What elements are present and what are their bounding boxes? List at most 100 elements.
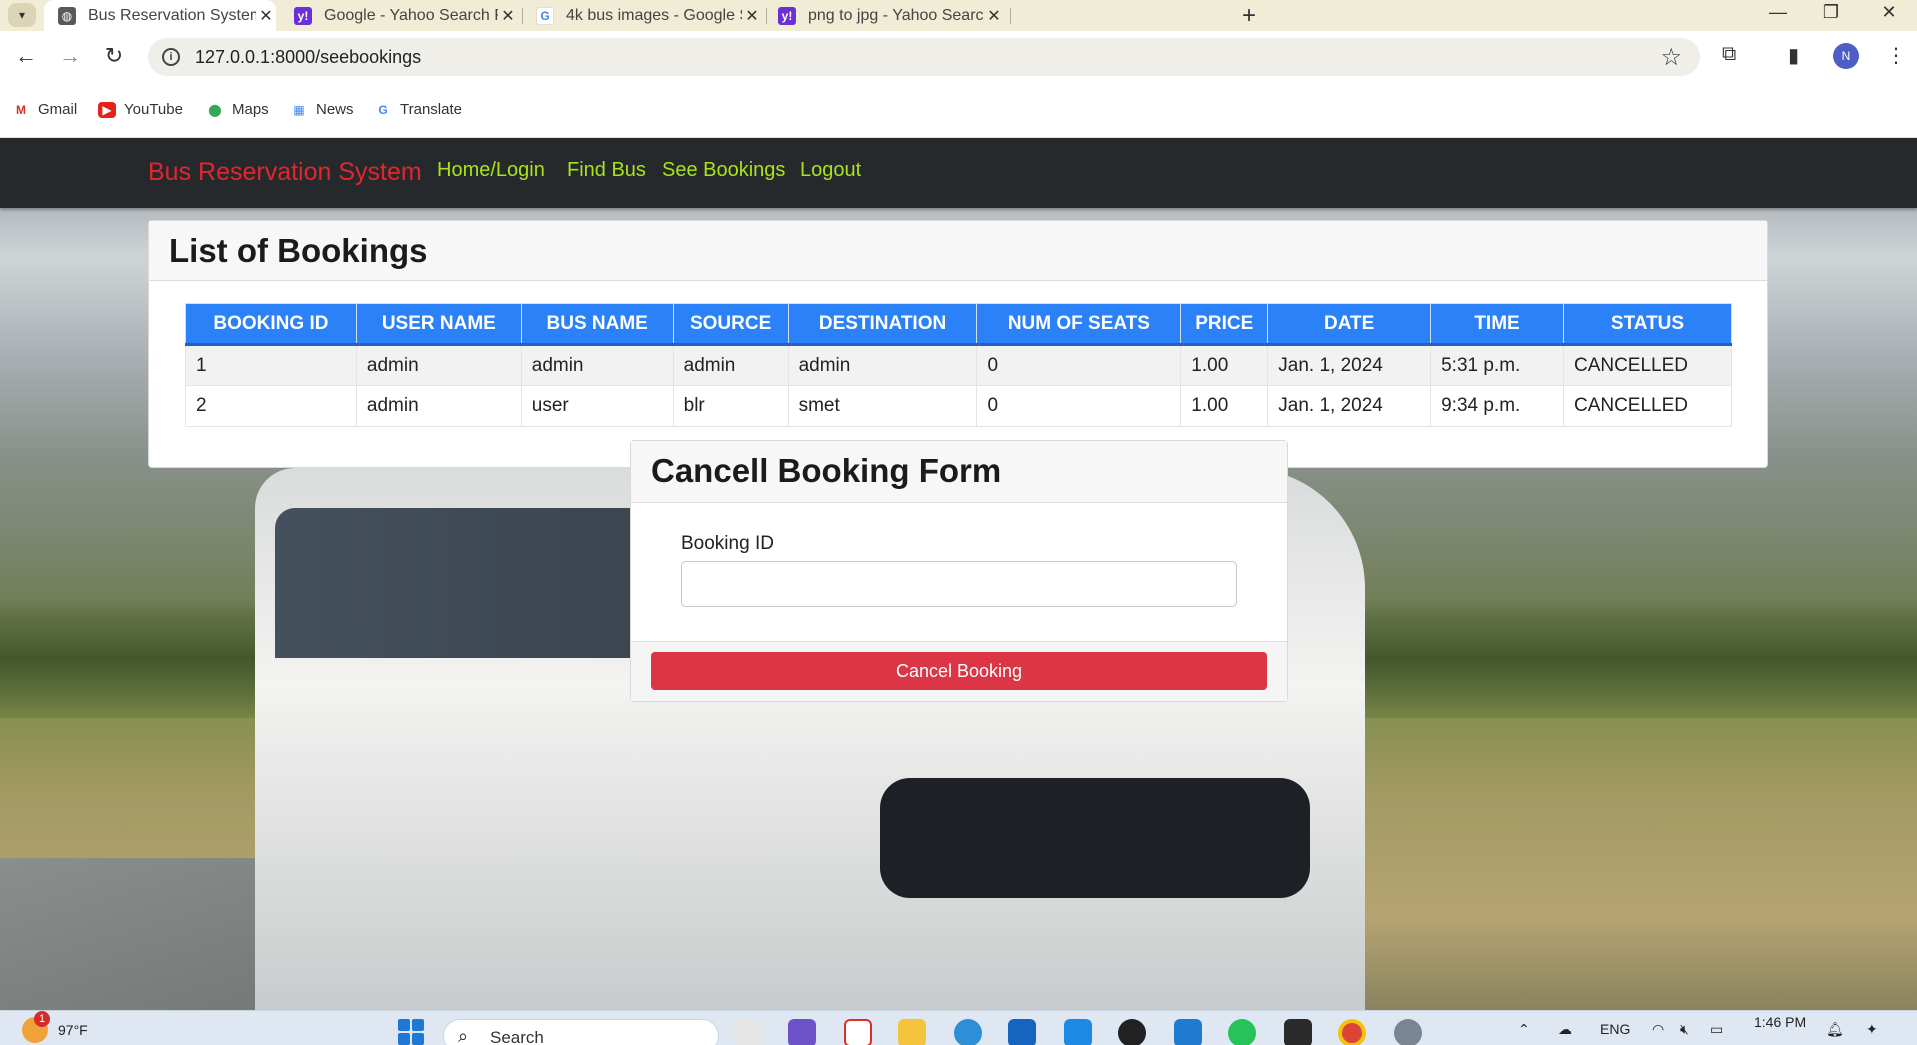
cell-bus-name: user: [520, 385, 674, 427]
column-header: DESTINATION: [787, 303, 978, 346]
edge-icon[interactable]: [954, 1019, 982, 1045]
background-bus-grille: [880, 778, 1310, 898]
tab-google-search[interactable]: G 4k bus images - Google Search ✕: [534, 0, 762, 31]
teams-icon[interactable]: [788, 1019, 816, 1045]
reload-icon[interactable]: ↻: [100, 43, 128, 69]
bookmark-maps[interactable]: ⬤ Maps: [206, 101, 269, 118]
tab-separator: [522, 8, 523, 24]
translate-icon: G: [378, 102, 388, 117]
browser-toolbar: ← → ↻ i 127.0.0.1:8000/seebookings ☆ ⧉ ▮…: [0, 31, 1917, 81]
bookmark-label: Maps: [232, 101, 269, 118]
column-header: TIME: [1430, 303, 1564, 346]
column-header: NUM OF SEATS: [976, 303, 1182, 346]
bookings-card: List of Bookings BOOKING ID USER NAME BU…: [148, 220, 1768, 468]
bookmark-translate[interactable]: G Translate: [374, 101, 462, 118]
profile-avatar[interactable]: N: [1833, 43, 1859, 69]
tab-search-button[interactable]: ▾: [8, 3, 36, 27]
cell-user-name: admin: [355, 385, 522, 427]
taskbar-search[interactable]: ⌕ Search: [443, 1019, 719, 1045]
tab-yahoo-png[interactable]: y! png to jpg - Yahoo Search Resu ✕: [778, 0, 1004, 31]
cell-user-name: admin: [355, 344, 522, 386]
site-info-icon[interactable]: i: [162, 48, 180, 66]
vscode-icon[interactable]: [1174, 1019, 1202, 1045]
chrome-icon[interactable]: [1338, 1019, 1366, 1045]
column-header: SOURCE: [672, 303, 789, 346]
close-icon[interactable]: ✕: [984, 6, 1004, 26]
taskbar-search-label: Search: [490, 1028, 544, 1045]
tab-title: Google - Yahoo Search Results: [324, 6, 498, 24]
table-header-row: BOOKING ID USER NAME BUS NAME SOURCE DES…: [185, 303, 1733, 346]
weather-badge: 1: [34, 1011, 50, 1027]
tab-title: 4k bus images - Google Search: [566, 6, 742, 24]
close-icon[interactable]: ✕: [256, 6, 276, 26]
language-indicator[interactable]: ENG: [1600, 1021, 1630, 1037]
settings-gear-icon[interactable]: [1394, 1019, 1422, 1045]
onedrive-icon[interactable]: ☁: [1558, 1021, 1572, 1038]
youtube-icon: ▶: [98, 101, 116, 118]
nav-home-login[interactable]: Home/Login: [437, 159, 545, 182]
column-header: USER NAME: [355, 303, 522, 346]
notification-bell-icon[interactable]: 🔔︎: [1826, 1021, 1844, 1038]
copilot-icon[interactable]: ✦: [1866, 1021, 1878, 1038]
address-bar[interactable]: i 127.0.0.1:8000/seebookings ☆: [148, 38, 1700, 76]
column-header: STATUS: [1562, 303, 1733, 346]
cell-destination: admin: [787, 344, 978, 386]
tab-yahoo-google[interactable]: y! Google - Yahoo Search Results ✕: [290, 0, 518, 31]
system-clock[interactable]: 1:46 PM: [1754, 1014, 1806, 1030]
bookmark-youtube[interactable]: ▶ YouTube: [98, 101, 183, 118]
battery-icon[interactable]: ▭: [1710, 1021, 1723, 1038]
wifi-icon[interactable]: ◠: [1652, 1021, 1664, 1038]
restore-icon[interactable]: ❐: [1808, 2, 1854, 23]
tab-separator: [1010, 8, 1011, 24]
store-icon[interactable]: [1008, 1019, 1036, 1045]
yahoo-icon: y!: [778, 6, 796, 25]
tab-title: png to jpg - Yahoo Search Resu: [808, 6, 984, 24]
cell-status: CANCELLED: [1562, 344, 1733, 386]
minimize-icon[interactable]: —: [1755, 2, 1801, 23]
url-text[interactable]: 127.0.0.1:8000/seebookings: [195, 47, 421, 68]
terminal-icon[interactable]: [1284, 1019, 1312, 1045]
cell-source: blr: [672, 385, 789, 427]
github-icon[interactable]: [1118, 1019, 1146, 1045]
windows-start-icon[interactable]: [398, 1019, 424, 1045]
tab-separator: [766, 8, 767, 24]
nav-find-bus[interactable]: Find Bus: [567, 159, 646, 182]
brand-logo[interactable]: Bus Reservation System: [148, 158, 422, 187]
task-view-icon[interactable]: [734, 1019, 762, 1045]
weather-widget[interactable]: 1 97°F: [22, 1011, 88, 1043]
gmail-app-icon[interactable]: [844, 1019, 872, 1045]
cancel-booking-button[interactable]: Cancel Booking: [651, 652, 1267, 690]
weather-temp: 97°F: [58, 1022, 88, 1038]
close-icon[interactable]: ✕: [742, 6, 762, 26]
bookmark-gmail[interactable]: M Gmail: [12, 101, 77, 118]
close-icon[interactable]: ✕: [498, 6, 518, 26]
windows-taskbar: 1 97°F ⌕ Search ⌃ ☁ ENG ◠ 🔇︎ ▭ 1:46 PM 🔔…: [0, 1010, 1917, 1045]
whatsapp-icon[interactable]: [1228, 1019, 1256, 1045]
maps-pin-icon: ⬤: [208, 102, 222, 117]
new-tab-button[interactable]: +: [1242, 2, 1256, 30]
tray-chevron-icon[interactable]: ⌃: [1518, 1021, 1530, 1038]
cell-destination: smet: [787, 385, 978, 427]
file-explorer-icon[interactable]: [898, 1019, 926, 1045]
close-window-icon[interactable]: ✕: [1866, 2, 1912, 23]
bookmark-star-icon[interactable]: ☆: [1660, 43, 1682, 72]
nav-see-bookings[interactable]: See Bookings: [662, 159, 785, 182]
volume-muted-icon[interactable]: 🔇︎: [1680, 1021, 1689, 1038]
booking-id-input[interactable]: [681, 561, 1237, 607]
outlook-icon[interactable]: [1064, 1019, 1092, 1045]
bookmark-news[interactable]: ▦ News: [290, 101, 353, 118]
forward-icon[interactable]: →: [56, 43, 84, 69]
side-panel-icon[interactable]: ▮: [1788, 43, 1799, 68]
menu-icon[interactable]: ⋮: [1886, 43, 1906, 68]
bookings-table: BOOKING ID USER NAME BUS NAME SOURCE DES…: [185, 303, 1733, 427]
tab-bus-reservation[interactable]: ◍ Bus Reservation System in Djan ✕: [44, 0, 276, 31]
cell-source: admin: [672, 344, 789, 386]
back-icon[interactable]: ←: [12, 43, 40, 69]
cancel-booking-card: Cancell Booking Form Booking ID Cancel B…: [630, 440, 1288, 702]
tab-title: Bus Reservation System in Djan: [88, 6, 256, 24]
cell-date: Jan. 1, 2024: [1267, 385, 1432, 427]
nav-logout[interactable]: Logout: [800, 159, 861, 182]
cell-booking-id: 2: [185, 385, 357, 427]
cell-status: CANCELLED: [1562, 385, 1733, 427]
extensions-icon[interactable]: ⧉: [1722, 43, 1736, 66]
